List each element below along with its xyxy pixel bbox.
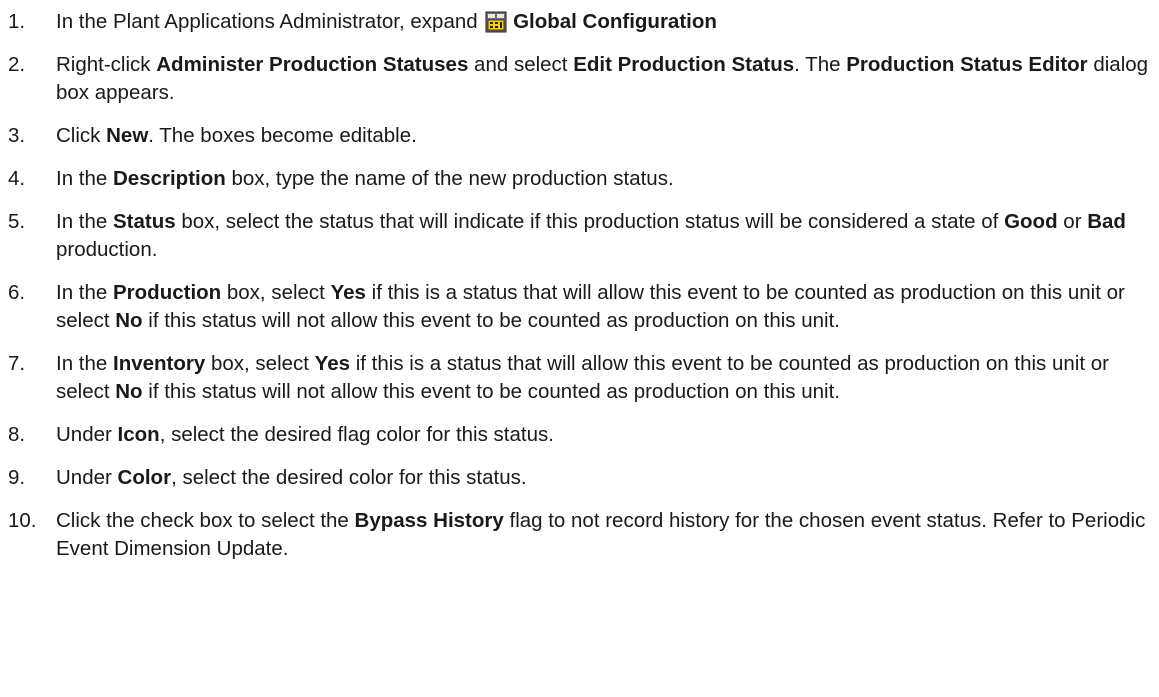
ui-term: No xyxy=(115,309,143,332)
step-text-run: box, select xyxy=(221,281,331,304)
ui-term: New xyxy=(106,124,149,147)
procedure-steps: 1. In the Plant Applications Administrato… xyxy=(0,0,1159,563)
step-text-run: Click the check box to select the xyxy=(56,509,355,532)
step-text-run: In the xyxy=(56,281,113,304)
ui-term: Administer Production Statuses xyxy=(156,53,469,76)
step-text-run: , select the desired flag color for this… xyxy=(159,423,554,446)
ui-term: Production xyxy=(113,281,222,304)
step-number: 5. xyxy=(8,210,26,233)
ui-term: Description xyxy=(113,167,226,190)
step-text-run: box, type the name of the new production… xyxy=(225,167,674,190)
step-text-run: Under xyxy=(56,466,118,489)
ui-term: Bypass History xyxy=(354,509,504,532)
step-number: 7. xyxy=(8,352,26,375)
step-text-run: box, select the status that will indicat… xyxy=(175,210,1005,233)
step-9: 9. Under Color, select the desired color … xyxy=(0,464,1159,492)
ui-term: Production Status Editor xyxy=(846,53,1088,76)
step-text-run: Under xyxy=(56,423,118,446)
step-text: In the Production box, select Yes if thi… xyxy=(56,279,1159,335)
step-number: 10. xyxy=(8,509,37,532)
ui-term: Bad xyxy=(1087,210,1126,233)
step-text: Under Icon, select the desired flag colo… xyxy=(56,421,1159,449)
step-8: 8. Under Icon, select the desired flag co… xyxy=(0,421,1159,449)
ui-term: Edit Production Status xyxy=(573,53,795,76)
step-number: 4. xyxy=(8,167,26,190)
step-5: 5. In the Status box, select the status t… xyxy=(0,208,1159,264)
step-text-run: Right-click xyxy=(56,53,157,76)
step-text-run: In the xyxy=(56,352,113,375)
step-text-run: In the Plant Applications Administrator,… xyxy=(56,10,484,33)
step-10: 10. Click the check box to select the Byp… xyxy=(0,507,1159,563)
step-text: In the Plant Applications Administrator,… xyxy=(56,8,1159,36)
step-4: 4. In the Description box, type the name … xyxy=(0,165,1159,193)
ui-term: No xyxy=(115,380,143,403)
step-text-run: production. xyxy=(56,238,158,261)
step-text-run: , select the desired color for this stat… xyxy=(171,466,527,489)
global-configuration-icon xyxy=(485,11,507,33)
step-number: 2. xyxy=(8,53,26,76)
step-text: Right-click Administer Production Status… xyxy=(56,51,1159,107)
ui-term: Inventory xyxy=(113,352,206,375)
ui-term: Status xyxy=(113,210,176,233)
ui-term: Yes xyxy=(314,352,351,375)
step-text: In the Inventory box, select Yes if this… xyxy=(56,350,1159,406)
step-text-run: box, select xyxy=(205,352,315,375)
step-text: In the Status box, select the status tha… xyxy=(56,208,1159,264)
step-number: 8. xyxy=(8,423,26,446)
step-text-run: . The boxes become editable. xyxy=(148,124,417,147)
step-6: 6. In the Production box, select Yes if t… xyxy=(0,279,1159,335)
step-3: 3. Click New. The boxes become editable. xyxy=(0,122,1159,150)
ui-term: Yes xyxy=(330,281,366,304)
step-text-run: In the xyxy=(56,167,113,190)
step-2: 2. Right-click Administer Production Stat… xyxy=(0,51,1159,107)
step-text-run: if this status will not allow this event… xyxy=(142,380,840,403)
ui-term: Global Configuration xyxy=(513,10,717,33)
ui-term: Icon xyxy=(117,423,160,446)
step-text: In the Description box, type the name of… xyxy=(56,165,1159,193)
step-text-run: Click xyxy=(56,124,107,147)
step-text-run: and select xyxy=(468,53,574,76)
step-text: Click New. The boxes become editable. xyxy=(56,122,1159,150)
step-text-run: . The xyxy=(794,53,847,76)
step-text-run: if this status will not allow this event… xyxy=(142,309,840,332)
ui-term: Color xyxy=(117,466,172,489)
step-number: 9. xyxy=(8,466,26,489)
step-text-run: or xyxy=(1057,210,1088,233)
step-number: 6. xyxy=(8,281,26,304)
step-text: Click the check box to select the Bypass… xyxy=(56,507,1159,563)
step-7: 7. In the Inventory box, select Yes if th… xyxy=(0,350,1159,406)
ui-term: Good xyxy=(1004,210,1058,233)
step-number: 3. xyxy=(8,124,26,147)
step-text: Under Color, select the desired color fo… xyxy=(56,464,1159,492)
step-number: 1. xyxy=(8,10,26,33)
step-1: 1. In the Plant Applications Administrato… xyxy=(0,8,1159,36)
step-text-run: In the xyxy=(56,210,113,233)
